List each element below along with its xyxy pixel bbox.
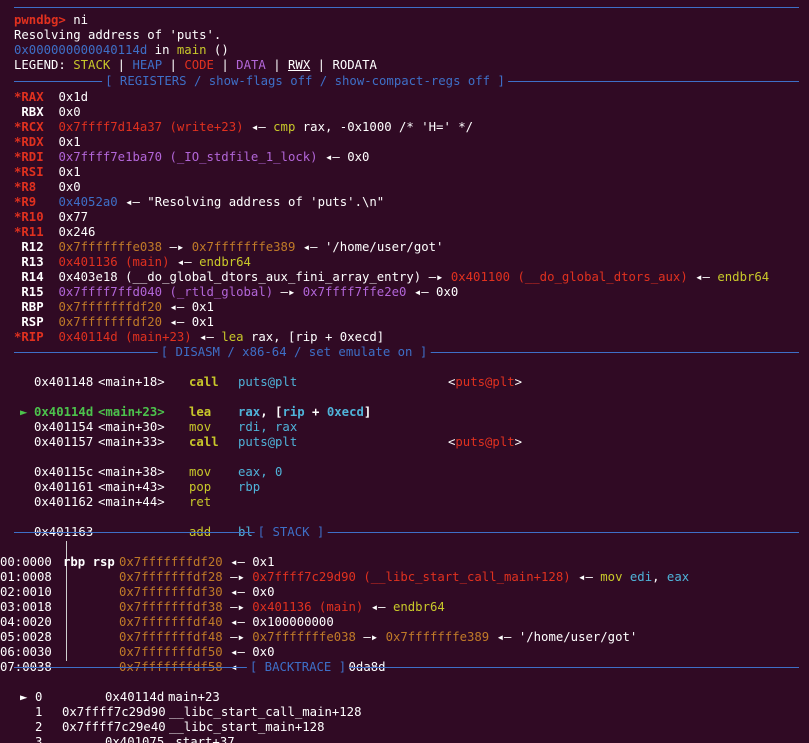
stack-entry[interactable]: 04:0020 0x7fffffffdf40 ◂— 0x100000000: [0, 600, 800, 629]
disasm-header: [ DISASM / x86-64 / set emulate on ]: [14, 345, 799, 360]
reg-rdi: *RDI 0x7ffff7e1ba70 (_IO_stdfile_1_lock)…: [14, 150, 370, 164]
reg-r9: *R9 0x4052a0 ◂— "Resolving address of 'p…: [14, 195, 385, 209]
reg-r8: *R8 0x0: [14, 180, 81, 194]
reg-rsp: RSP 0x7fffffffdf20 ◂— 0x1: [21, 315, 214, 329]
reg-rcx: *RCX 0x7ffff7d14a37 (write+23) ◂— cmp ra…: [14, 120, 474, 134]
reg-rsi: *RSI 0x1: [14, 165, 81, 179]
disasm-line[interactable]: 0x401154 <main+30> mov rdi, rax: [14, 405, 794, 434]
reg-r14: R14 0x403e18 (__do_global_dtors_aux_fini…: [21, 270, 770, 284]
disasm-line[interactable]: 0x40115c <main+38> mov eax, 0: [14, 450, 794, 479]
reg-r11: *R11 0x246: [14, 225, 96, 239]
reg-r10: *R10 0x77: [14, 210, 89, 224]
command: ni: [73, 13, 89, 27]
stack-entry[interactable]: 03:0018 0x7fffffffdf38 —▸ 0x401136 (main)…: [0, 585, 800, 614]
stack-header: [ STACK ]: [14, 525, 799, 540]
backtrace-frame[interactable]: 2 0x7ffff7c29e40 __libc_start_main+128: [14, 705, 794, 734]
backtrace-header: [ BACKTRACE ]: [14, 660, 799, 675]
backtrace-frame[interactable]: 1 0x7ffff7c29d90 __libc_start_call_main+12…: [14, 690, 794, 719]
disasm-line[interactable]: 0x401157 <main+33> call puts@plt <puts@plt>: [14, 420, 794, 449]
reg-rip: *RIP 0x40114d (main+23) ◂— lea rax, [rip…: [14, 330, 385, 344]
disasm-comment: <puts@plt>: [448, 375, 523, 389]
stack-entry[interactable]: 05:0028 0x7fffffffdf48 —▸ 0x7fffffffe038 …: [0, 615, 800, 644]
backtrace-frame[interactable]: 3 0x401075 _start+37: [14, 720, 794, 743]
reg-rbp: RBP 0x7fffffffdf20 ◂— 0x1: [21, 300, 214, 314]
reg-rax: *RAX 0x1d: [14, 90, 89, 104]
disasm-line[interactable]: 0x401163addbl, dh: [14, 510, 794, 539]
disasm-comment: <puts@plt>: [448, 435, 523, 449]
registers-header: [ REGISTERS / show-flags off / show-comp…: [14, 74, 799, 89]
reg-rdx: *RDX 0x1: [14, 135, 81, 149]
stack-entry[interactable]: 00:0000 rbp rsp 0x7fffffffdf20 ◂— 0x1: [0, 540, 800, 569]
stack-entry[interactable]: 06:0030 0x7fffffffdf50 ◂— 0x0: [0, 630, 800, 659]
prompt: pwndbg>: [14, 13, 66, 27]
disasm-line[interactable]: 0x401161 <main+43> pop rbp: [14, 465, 794, 494]
disasm-line-current[interactable]: ► 0x40114d <main+23> lea rax, [rip + 0xecd]: [14, 390, 794, 419]
program-output: Resolving address of 'puts'.: [14, 28, 222, 42]
legend: LEGEND: STACK | HEAP | CODE | DATA | RWX…: [14, 58, 377, 72]
stack-entry[interactable]: 07:00380x7fffffffdf58 ◂— 0xd1d6f770b1a0d…: [0, 645, 800, 674]
disasm-line[interactable]: 0x401148 <main+18> call puts@plt <puts@plt>: [14, 360, 794, 389]
disasm-line[interactable]: 0x401162 <main+44> ret: [14, 480, 794, 509]
current-location: 0x000000000040114d in main (): [14, 43, 229, 57]
top-rule: [14, 7, 799, 8]
stack-entry[interactable]: 02:0010 0x7fffffffdf30 ◂— 0x0: [0, 570, 800, 599]
backtrace-frame-current[interactable]: ► 0 0x40114d main+23: [14, 675, 794, 704]
prompt-line[interactable]: pwndbg> ni: [14, 13, 88, 28]
stack-entry[interactable]: 01:0008 0x7fffffffdf28 —▸ 0x7ffff7c29d90 …: [0, 555, 800, 584]
reg-r15: R15 0x7ffff7ffd040 (_rtld_global) —▸ 0x7…: [21, 285, 459, 299]
reg-r12: R12 0x7fffffffe038 —▸ 0x7fffffffe389 ◂— …: [21, 240, 444, 254]
reg-rbx: RBX 0x0: [21, 105, 81, 119]
reg-r13: R13 0x401136 (main) ◂— endbr64: [21, 255, 251, 269]
